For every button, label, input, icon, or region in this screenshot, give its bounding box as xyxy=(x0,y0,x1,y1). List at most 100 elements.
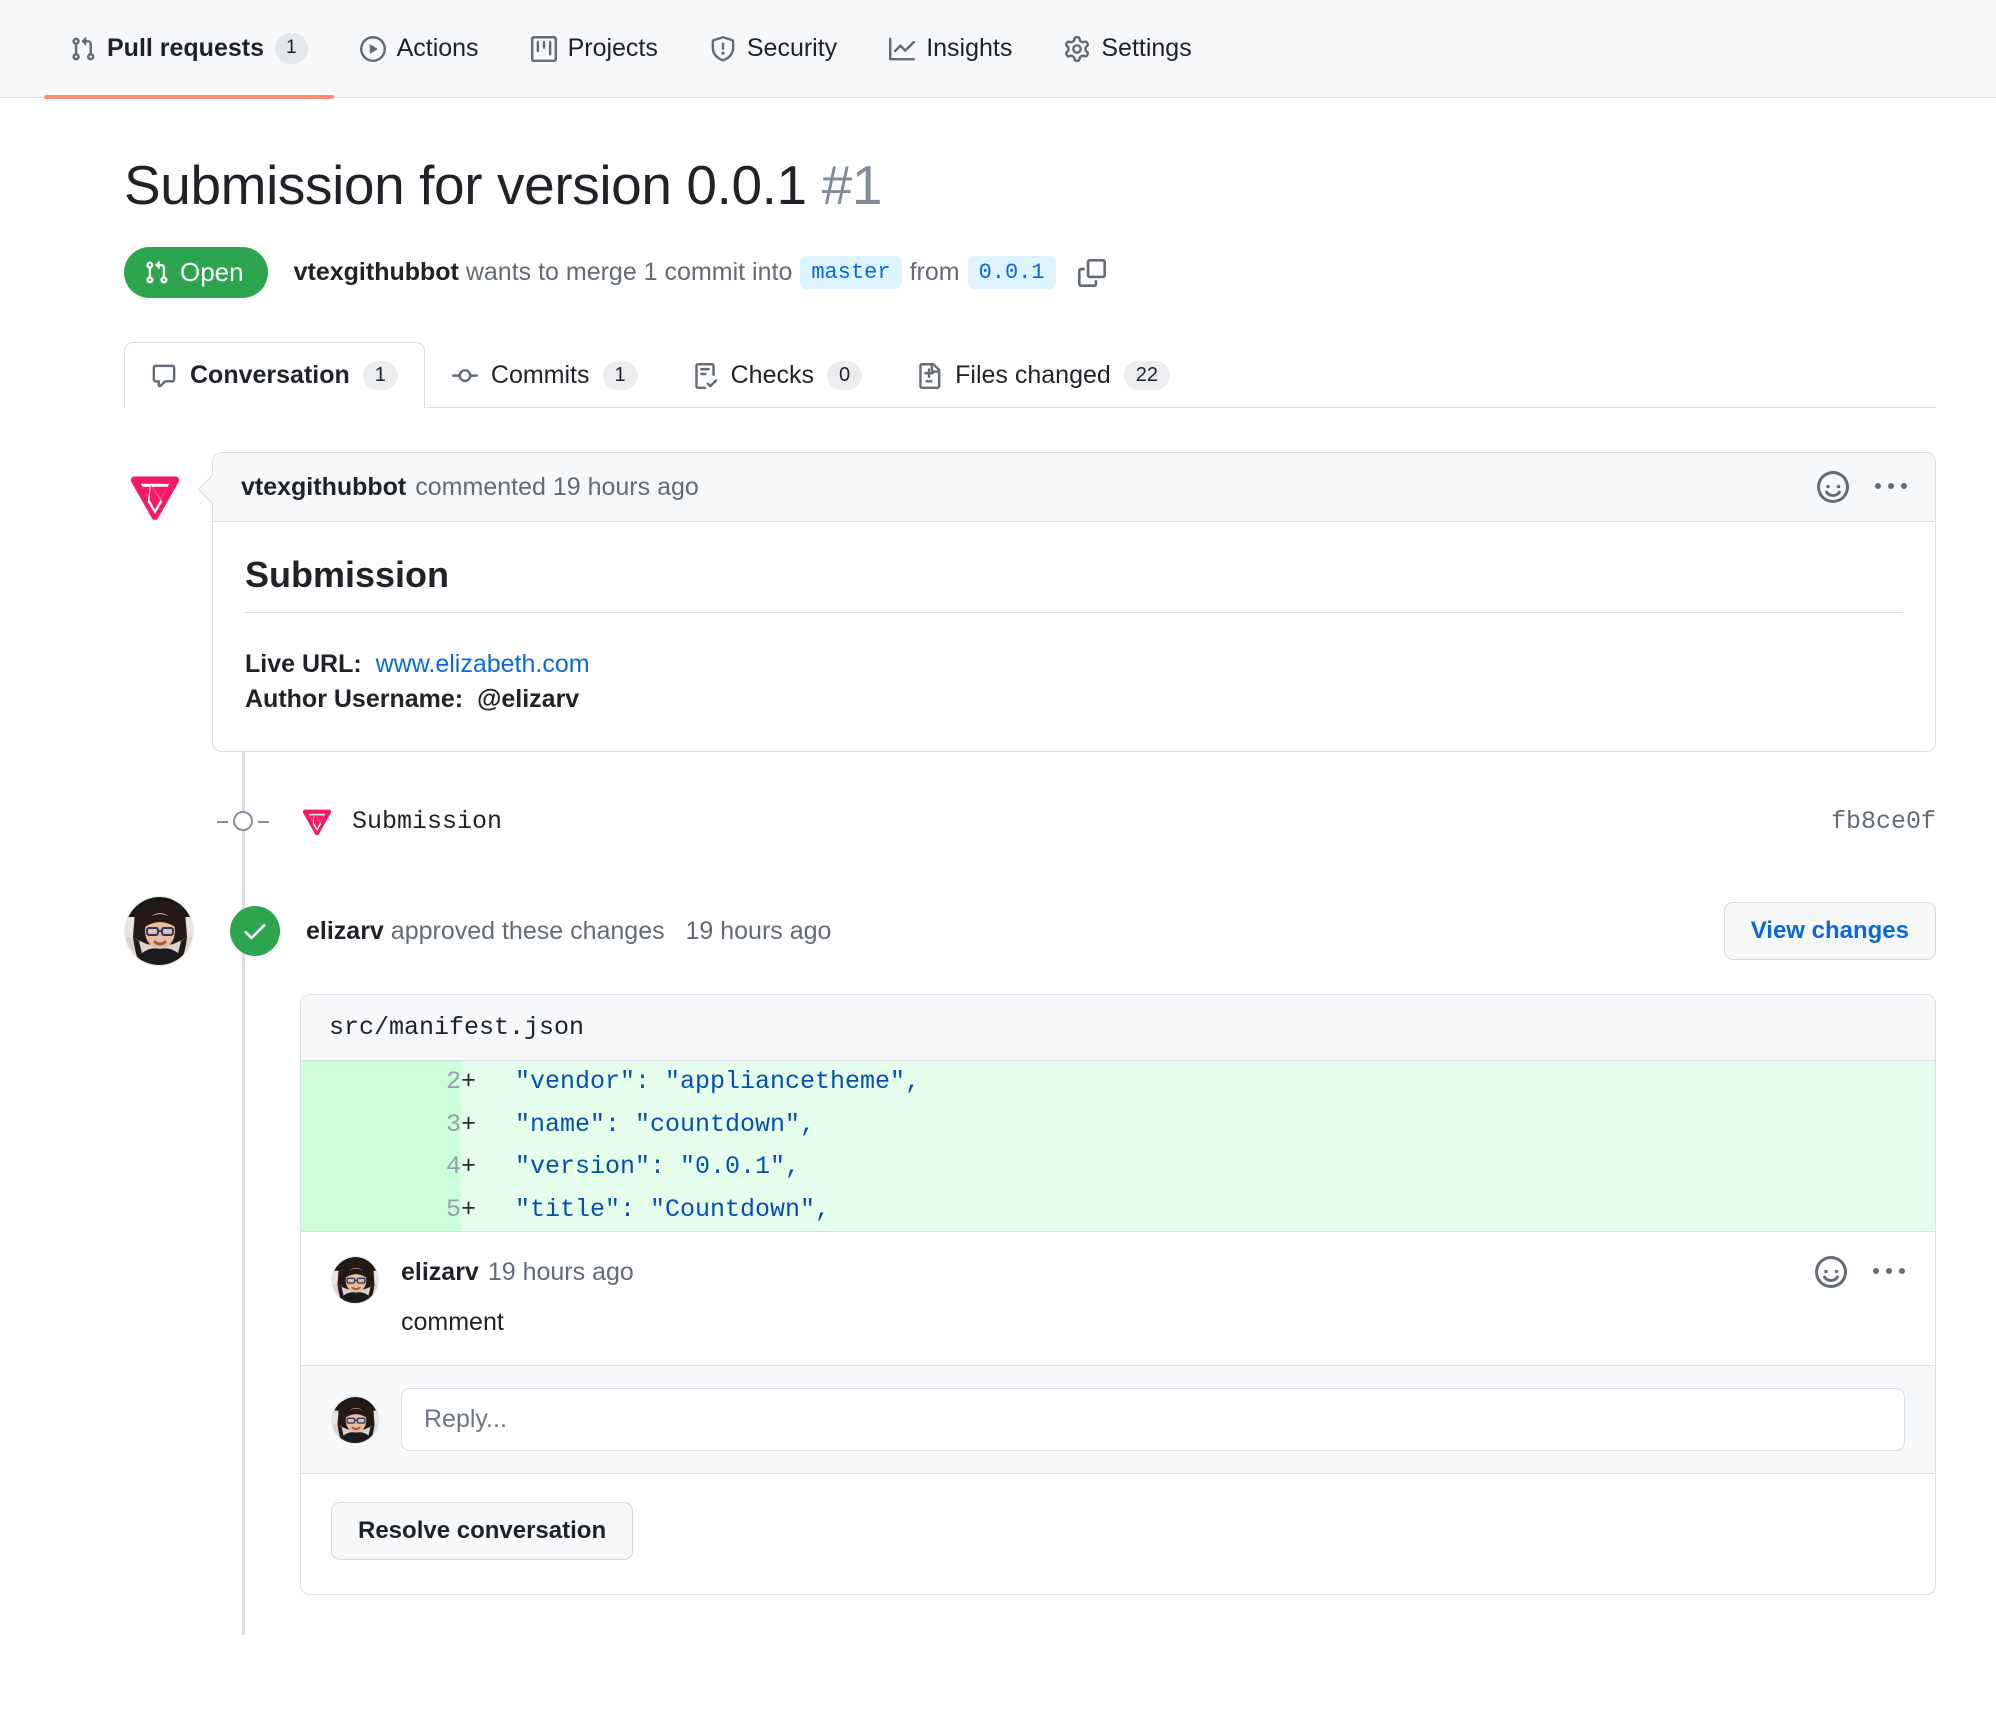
pull-request-icon xyxy=(70,36,96,62)
pr-merge-text-2: from xyxy=(909,258,960,287)
status-badge: Open xyxy=(124,247,268,299)
diff-line-number: 5 xyxy=(301,1188,461,1232)
nav-item-label: Actions xyxy=(396,34,479,62)
tab-label: Files changed xyxy=(955,361,1111,390)
review-timestamp: 19 hours ago xyxy=(685,916,832,945)
avatar[interactable] xyxy=(331,1256,379,1305)
resolve-conversation-button[interactable]: Resolve conversation xyxy=(331,1502,634,1561)
tab-checks[interactable]: Checks 0 xyxy=(665,342,890,408)
nav-item-security[interactable]: Security xyxy=(684,0,863,98)
pr-number: #1 xyxy=(821,154,883,216)
reply-input[interactable] xyxy=(401,1388,1905,1452)
shield-alert-icon xyxy=(710,35,736,62)
tab-count: 0 xyxy=(827,361,863,391)
live-url-label: Live URL: xyxy=(245,650,362,679)
nav-item-insights[interactable]: Insights xyxy=(863,0,1038,98)
nav-item-label: Pull requests xyxy=(107,34,264,62)
thread-comment-body: comment xyxy=(401,1308,504,1337)
review-row: elizarv approved these changes 19 hours … xyxy=(124,896,1936,967)
thread-comment-author[interactable]: elizarv xyxy=(401,1258,479,1287)
diff-row: 3 + "name": "countdown", xyxy=(301,1103,1935,1147)
head-branch-chip[interactable]: 0.0.1 xyxy=(967,256,1056,290)
comment-author[interactable]: vtexgithubbot xyxy=(241,473,406,502)
tab-count: 1 xyxy=(602,361,638,391)
view-changes-button[interactable]: View changes xyxy=(1723,902,1936,961)
file-diff-icon xyxy=(916,362,942,389)
diff-filename[interactable]: src/manifest.json xyxy=(301,995,1935,1062)
comment-timestamp: 19 hours ago xyxy=(552,472,699,501)
reviewer-name[interactable]: elizarv xyxy=(306,917,384,945)
diff-line-code: "title": "Countdown", xyxy=(515,1188,1935,1232)
comment-header-actions xyxy=(1817,471,1907,504)
review-thread-card: src/manifest.json 2 + "vendor": "applian… xyxy=(300,994,1936,1596)
tab-label: Conversation xyxy=(190,361,350,390)
nav-item-label: Security xyxy=(746,34,838,62)
diff-line-number: 2 xyxy=(301,1061,461,1104)
nav-item-projects[interactable]: Projects xyxy=(505,0,684,98)
diff-table: 2 + "vendor": "appliancetheme", 3 + "nam… xyxy=(301,1061,1935,1232)
tab-files-changed[interactable]: Files changed 22 xyxy=(889,342,1197,408)
pr-title-text: Submission for version 0.0.1 xyxy=(124,154,807,216)
thread-comment-actions xyxy=(1815,1256,1905,1289)
tab-label: Checks xyxy=(730,361,814,390)
checklist-icon xyxy=(692,362,718,389)
pr-subhead: Open vtexgithubbot wants to merge 1 comm… xyxy=(124,247,1936,299)
thread-comment: elizarv 19 hours ago comment xyxy=(301,1231,1935,1366)
graph-icon xyxy=(889,36,916,62)
commit-sha[interactable]: fb8ce0f xyxy=(1831,807,1936,836)
tab-conversation[interactable]: Conversation 1 xyxy=(124,342,425,409)
live-url-link[interactable]: www.elizabeth.com xyxy=(376,650,590,678)
commit-icon xyxy=(451,363,478,389)
comment-body: Submission Live URL: www.elizabeth.com A… xyxy=(213,522,1935,751)
comment-icon xyxy=(151,363,177,389)
diff-row: 4 + "version": "0.0.1", xyxy=(301,1146,1935,1189)
comment-thread-root: vtexgithubbot commented 19 hours ago Sub… xyxy=(124,452,1936,753)
tab-label: Commits xyxy=(490,361,590,390)
tab-count: 1 xyxy=(362,361,398,391)
pr-author[interactable]: vtexgithubbot xyxy=(294,258,459,287)
pr-merge-text: wants to merge 1 commit into xyxy=(465,258,793,287)
smiley-icon[interactable] xyxy=(1815,1256,1847,1289)
diff-line-number: 4 xyxy=(301,1146,461,1189)
resolve-bar: Resolve conversation xyxy=(301,1473,1935,1595)
pr-tabs: Conversation 1 Commits 1 Checks 0 Files … xyxy=(124,342,1936,409)
base-branch-chip[interactable]: master xyxy=(800,256,902,290)
comment-header: vtexgithubbot commented 19 hours ago xyxy=(213,453,1935,523)
avatar[interactable] xyxy=(124,466,186,528)
gear-icon xyxy=(1064,35,1090,62)
kebab-menu-icon[interactable] xyxy=(1875,471,1907,503)
tab-count: 22 xyxy=(1123,361,1171,391)
review-summary: elizarv approved these changes 19 hours … xyxy=(306,917,831,946)
pr-timeline: vtexgithubbot commented 19 hours ago Sub… xyxy=(124,452,1936,1636)
nav-item-label: Projects xyxy=(567,34,658,62)
nav-item-pull-requests[interactable]: Pull requests 1 xyxy=(44,0,334,99)
avatar[interactable] xyxy=(124,896,194,967)
comment-box: vtexgithubbot commented 19 hours ago Sub… xyxy=(212,452,1936,753)
diff-line-code: "vendor": "appliancetheme", xyxy=(515,1061,1935,1104)
diff-line-sign: + xyxy=(461,1061,515,1104)
smiley-icon[interactable] xyxy=(1817,471,1849,504)
comment-heading: Submission xyxy=(245,554,1903,614)
diff-line-code: "version": "0.0.1", xyxy=(515,1146,1935,1189)
nav-item-label: Settings xyxy=(1101,34,1192,62)
nav-item-settings[interactable]: Settings xyxy=(1038,0,1217,98)
copy-icon[interactable] xyxy=(1077,258,1106,287)
nav-item-actions[interactable]: Actions xyxy=(334,0,505,98)
tab-commits[interactable]: Commits 1 xyxy=(425,342,665,408)
thread-comment-timestamp: 19 hours ago xyxy=(487,1257,634,1286)
diff-row: 2 + "vendor": "appliancetheme", xyxy=(301,1061,1935,1104)
commit-row: Submission fb8ce0f xyxy=(124,804,1936,838)
pr-page: Submission for version 0.0.1 #1 Open vte… xyxy=(0,98,1996,1636)
author-username-label: Author Username: xyxy=(245,685,464,714)
status-badge-label: Open xyxy=(180,257,244,288)
vtex-logo-icon xyxy=(300,804,334,838)
diff-line-number: 3 xyxy=(301,1103,461,1147)
commit-message[interactable]: Submission xyxy=(352,807,502,836)
reply-bar xyxy=(301,1365,1935,1474)
thread-comment-main: elizarv 19 hours ago comment xyxy=(401,1256,1905,1337)
comment-paragraph: Live URL: www.elizabeth.com Author Usern… xyxy=(245,647,1903,717)
avatar[interactable] xyxy=(331,1395,379,1444)
commit-node-icon xyxy=(212,811,274,832)
kebab-menu-icon[interactable] xyxy=(1873,1256,1905,1288)
check-circle-icon xyxy=(230,906,280,957)
